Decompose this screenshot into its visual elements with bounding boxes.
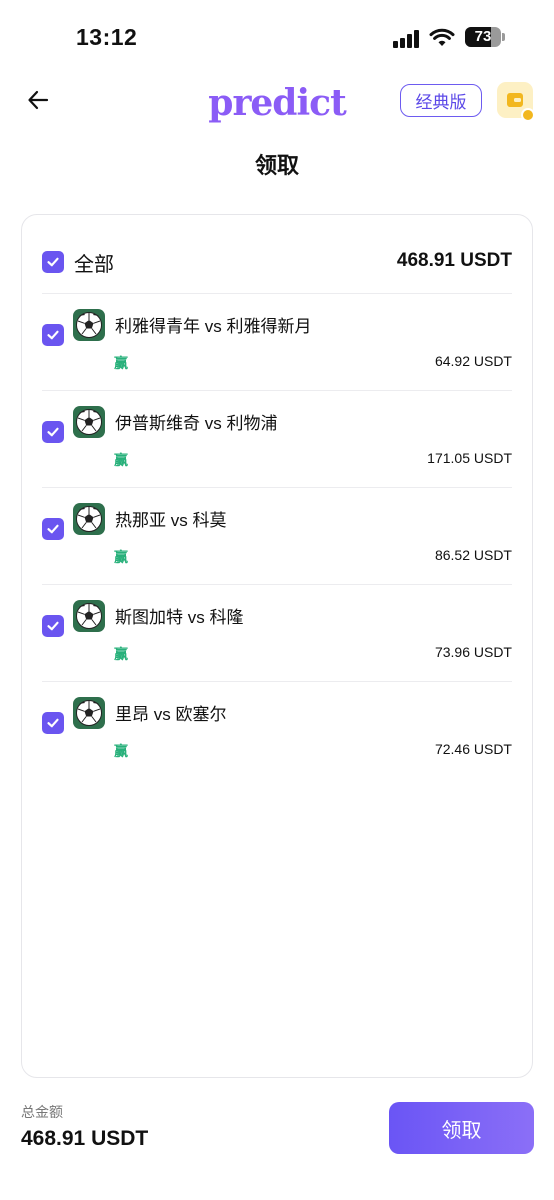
battery-indicator: 73: [465, 27, 505, 47]
match-result: 赢: [114, 743, 128, 759]
check-icon: [47, 427, 59, 437]
match-row[interactable]: 斯图加特 vs 科隆赢 73.96 USDT: [22, 585, 534, 681]
match-amount: 64.92 USDT: [434, 353, 512, 369]
wallet-icon: [507, 93, 523, 107]
match-title: 热那亚 vs 科莫: [115, 511, 227, 530]
classic-version-button[interactable]: 经典版: [400, 84, 482, 117]
match-row[interactable]: 热那亚 vs 科莫赢 86.52 USDT: [22, 488, 534, 584]
match-amount: 73.96 USDT: [434, 644, 512, 660]
total-amount: 468.91 USDT: [21, 1127, 149, 1150]
match-icon: [73, 697, 105, 729]
match-checkbox[interactable]: [42, 518, 64, 540]
match-title: 斯图加特 vs 科隆: [115, 608, 244, 627]
match-result: 赢: [114, 355, 128, 371]
battery-percent: 73: [474, 28, 492, 45]
match-checkbox[interactable]: [42, 324, 64, 346]
soccer-ball-icon: [76, 312, 102, 338]
match-row[interactable]: 里昂 vs 欧塞尔赢 72.46 USDT: [22, 682, 534, 778]
soccer-ball-icon: [76, 506, 102, 532]
match-icon: [73, 600, 105, 632]
match-checkbox[interactable]: [42, 712, 64, 734]
soccer-ball-icon: [76, 603, 102, 629]
check-icon: [47, 524, 59, 534]
select-all-label: 全部: [74, 254, 114, 276]
wifi-icon: [429, 26, 455, 48]
page-title: 领取: [254, 153, 299, 178]
match-result: 赢: [114, 646, 128, 662]
claim-button[interactable]: 领取: [389, 1102, 534, 1154]
match-row[interactable]: 利雅得青年 vs 利雅得新月赢 64.92 USDT: [22, 294, 534, 390]
cellular-signal-icon: [393, 30, 421, 48]
match-title: 伊普斯维奇 vs 利物浦: [115, 414, 278, 433]
match-checkbox[interactable]: [42, 421, 64, 443]
check-icon: [47, 330, 59, 340]
soccer-ball-icon: [76, 409, 102, 435]
match-amount: 86.52 USDT: [434, 547, 512, 563]
match-row[interactable]: 伊普斯维奇 vs 利物浦赢 171.05 USDT: [22, 391, 534, 487]
status-bar: 13:12 73: [0, 0, 554, 70]
match-result: 赢: [114, 549, 128, 565]
check-icon: [47, 257, 59, 267]
match-icon: [73, 309, 105, 341]
match-checkbox[interactable]: [42, 615, 64, 637]
match-icon: [73, 406, 105, 438]
match-result: 赢: [114, 452, 128, 468]
arrow-left-icon: [28, 90, 49, 110]
match-amount: 171.05 USDT: [427, 450, 512, 466]
check-icon: [47, 718, 59, 728]
wallet-button[interactable]: [497, 82, 535, 122]
status-time: 13:12: [76, 24, 138, 50]
match-icon: [73, 503, 105, 535]
select-all-row[interactable]: 全部 468.91 USDT: [22, 215, 534, 293]
match-title: 利雅得青年 vs 利雅得新月: [115, 317, 312, 336]
app-logo: predict: [208, 82, 346, 124]
coin-badge-icon: [521, 108, 535, 122]
match-amount: 72.46 USDT: [434, 741, 512, 757]
back-button[interactable]: [20, 82, 56, 118]
claim-card: 全部 468.91 USDT 利雅得青年 vs 利雅得新月赢 64.92 USDT…: [21, 214, 533, 1078]
select-all-checkbox[interactable]: [42, 251, 64, 273]
check-icon: [47, 621, 59, 631]
match-title: 里昂 vs 欧塞尔: [115, 705, 227, 724]
soccer-ball-icon: [76, 700, 102, 726]
select-all-amount: 468.91 USDT: [396, 250, 512, 271]
total-label: 总金额: [21, 1104, 63, 1120]
